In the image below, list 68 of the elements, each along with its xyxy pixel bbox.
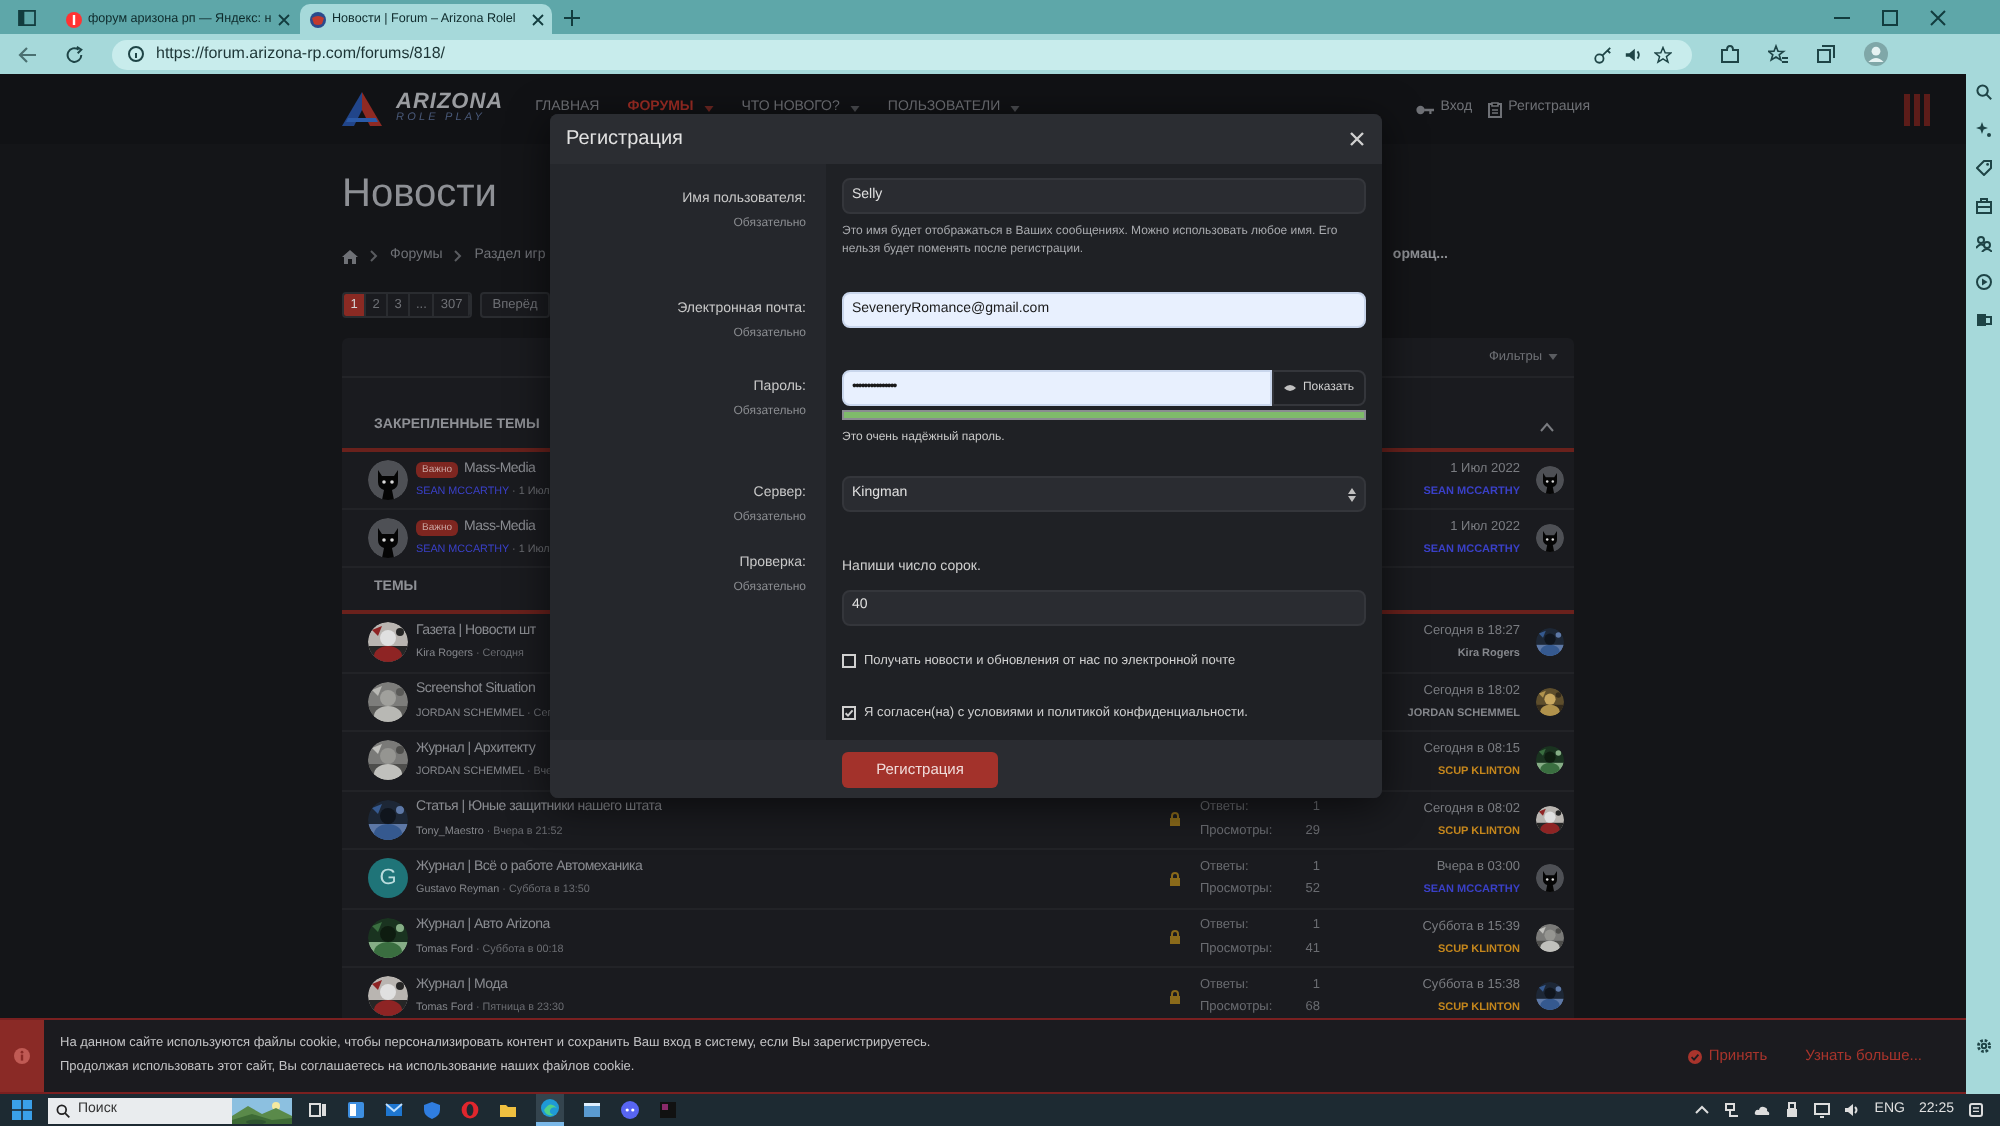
task-view-icon[interactable] (308, 1100, 328, 1120)
notification-icon[interactable] (1968, 1102, 1984, 1118)
volume-icon[interactable] (1844, 1102, 1861, 1118)
clipboard-icon (1488, 101, 1503, 117)
collections-icon[interactable] (1816, 44, 1836, 64)
globe-icon (310, 11, 326, 27)
chevron-right-icon (370, 250, 378, 262)
bars-icon (1904, 93, 1932, 125)
key-icon (1416, 103, 1435, 115)
chevron-right-icon (454, 250, 463, 262)
cloud-icon[interactable] (1754, 1102, 1771, 1118)
widgets-icon[interactable] (346, 1100, 366, 1120)
dialog-title: Регистрация (566, 126, 683, 154)
windows-icon[interactable] (12, 1100, 32, 1120)
home-icon[interactable] (342, 249, 358, 263)
tag-icon[interactable] (1975, 160, 1991, 176)
cat-icon (368, 460, 408, 500)
settings-icon[interactable] (1975, 1038, 1991, 1054)
cat-icon (1536, 466, 1564, 494)
cat-icon (1536, 524, 1564, 552)
briefcase-icon[interactable] (1975, 198, 1991, 214)
mail-icon[interactable] (1975, 312, 1991, 328)
user-avatar: G (368, 858, 408, 899)
play-circle-icon[interactable] (1975, 274, 1991, 290)
search-icon[interactable] (1975, 84, 1991, 100)
favorites-icon[interactable] (1768, 44, 1788, 64)
people-icon[interactable] (1975, 236, 1991, 252)
checkbox[interactable] (842, 706, 856, 720)
check-circle-icon (1688, 1049, 1703, 1063)
star-icon[interactable] (1654, 45, 1672, 63)
close-icon[interactable] (1930, 9, 1946, 25)
info-icon (128, 46, 144, 62)
edge-icon (540, 1098, 560, 1118)
eye-icon (1284, 384, 1297, 392)
mail-icon[interactable] (384, 1100, 404, 1120)
key-icon[interactable] (1594, 45, 1612, 63)
maximize-icon[interactable] (1882, 9, 1898, 25)
logo-title: ARIZONA (396, 92, 504, 115)
discord-icon[interactable] (620, 1100, 640, 1120)
close-icon[interactable] (277, 13, 290, 25)
tab-actions-icon (17, 9, 35, 25)
close-icon[interactable] (532, 13, 544, 25)
address-bar[interactable]: https://forum.arizona-rp.com/forums/818/ (112, 39, 1692, 69)
page-title: Новости (342, 170, 497, 220)
search-icon (56, 1103, 70, 1117)
usb-icon[interactable] (1784, 1102, 1801, 1118)
network-icon[interactable] (1724, 1102, 1741, 1118)
puzzle-icon[interactable] (1720, 44, 1740, 64)
folder-icon[interactable] (498, 1100, 518, 1120)
info-icon (14, 1048, 30, 1064)
taskbar-app-button[interactable] (536, 1094, 564, 1126)
window-icon[interactable] (582, 1100, 602, 1120)
yandex-favicon-icon (66, 11, 82, 27)
logo-icon (342, 92, 382, 126)
reload-icon[interactable] (65, 45, 83, 63)
shield-icon[interactable] (422, 1100, 442, 1120)
checkbox[interactable] (842, 654, 856, 668)
monitor-icon[interactable] (1814, 1102, 1831, 1118)
updown-icon (1348, 487, 1356, 501)
opera-icon[interactable] (460, 1100, 480, 1120)
sparkle-icon[interactable] (1975, 122, 1991, 138)
cat-icon (1536, 864, 1564, 893)
back-icon[interactable] (18, 45, 38, 63)
caret-icon (1548, 354, 1558, 360)
new-tab-icon[interactable] (564, 9, 580, 25)
speaker-icon[interactable] (1624, 45, 1642, 63)
chevron-up-icon[interactable] (1694, 1102, 1711, 1118)
cat-icon (368, 518, 408, 558)
